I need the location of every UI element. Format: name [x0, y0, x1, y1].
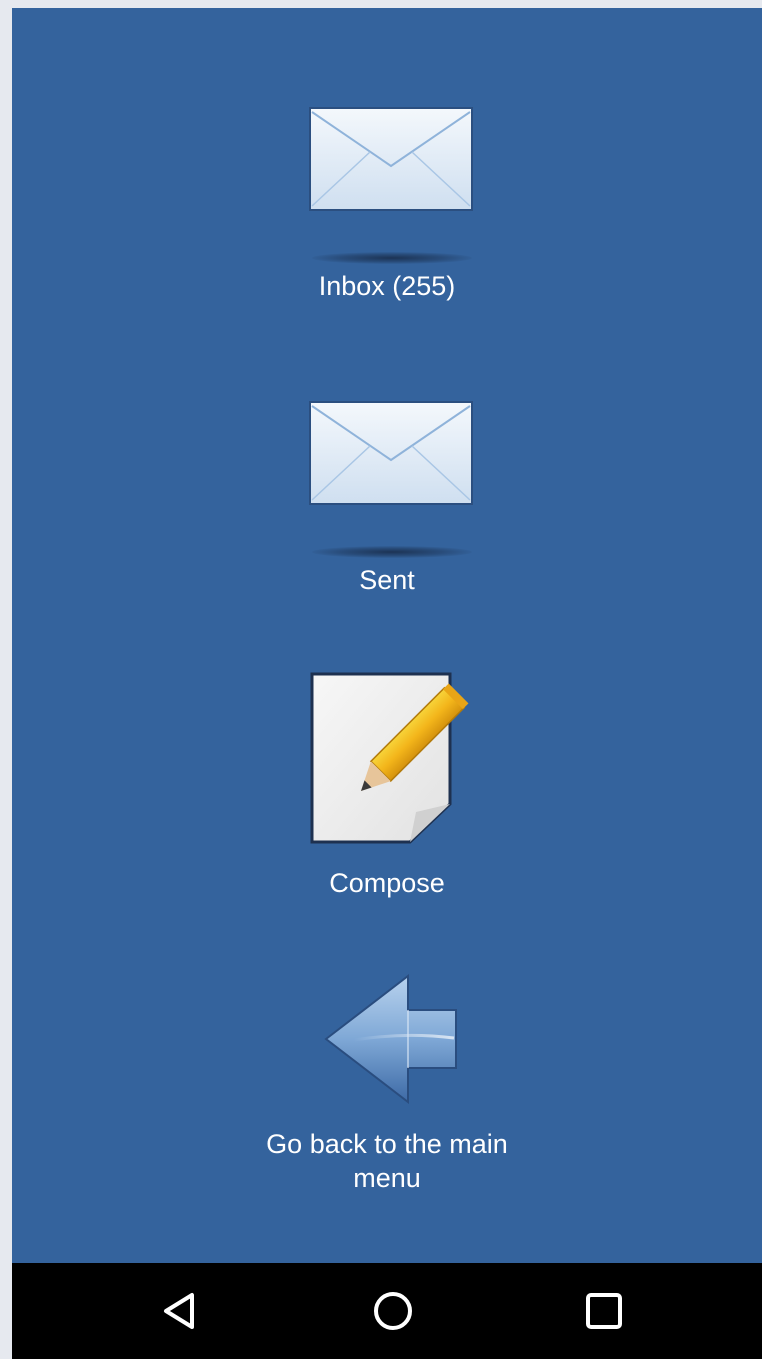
sent-label: Sent — [359, 565, 415, 595]
mail-menu-screen: Inbox (255) Sent Compose Go back to the … — [12, 8, 762, 1263]
compose-label: Compose — [329, 868, 445, 898]
compose-tile[interactable]: Compose — [12, 608, 762, 908]
envelope-icon — [309, 401, 473, 505]
circle-home-icon[interactable] — [363, 1287, 423, 1335]
back-to-main-menu-label: Go back to the main menu — [266, 1129, 508, 1193]
envelope-icon — [309, 107, 473, 211]
square-recents-icon[interactable] — [574, 1287, 634, 1335]
device-frame: Inbox (255) Sent Compose Go back to the … — [0, 0, 762, 1359]
back-to-main-menu-tile[interactable]: Go back to the main menu — [12, 908, 762, 1198]
inbox-label: Inbox (255) — [318, 271, 456, 301]
sent-tile[interactable]: Sent — [12, 318, 762, 608]
pencil-paper-icon — [310, 672, 469, 844]
icon-shadow — [312, 252, 472, 264]
icon-shadow — [312, 546, 472, 558]
back-arrow-icon — [324, 974, 457, 1104]
inbox-tile[interactable]: Inbox (255) — [12, 8, 762, 318]
triangle-back-icon[interactable] — [150, 1287, 210, 1335]
android-nav-bar — [12, 1263, 762, 1359]
